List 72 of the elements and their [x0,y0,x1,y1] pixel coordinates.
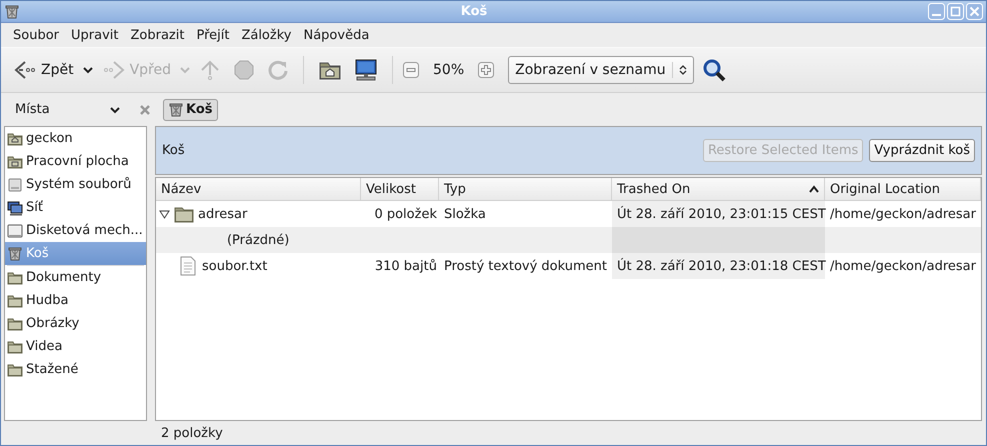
original-location: /home/geckon/adresar [830,258,976,274]
folder-icon [174,205,194,223]
close-button[interactable] [966,3,983,20]
column-header[interactable]: Velikost [360,178,439,200]
info-title: Koš [162,143,186,158]
document-icon [178,256,198,276]
close-icon[interactable] [139,104,151,116]
empty-trash-button[interactable]: Vyprázdnit koš [869,139,975,162]
file-size: 310 bajtů [374,258,437,274]
column-header[interactable]: Název [156,178,361,200]
file-size: 0 položek [374,206,437,222]
empty-note: (Prázdné) [226,232,290,248]
drive-icon [7,222,23,238]
reload-icon [267,59,290,81]
updown-arrow-icon [678,64,687,76]
maximize-button[interactable] [947,3,964,20]
computer-icon [354,59,378,81]
folder-icon [7,362,23,378]
menu-item[interactable]: Přejít [190,26,236,44]
menu-item[interactable]: Upravit [65,26,124,44]
menu-item[interactable]: Soubor [7,26,65,44]
status-text: 2 položky [161,426,223,440]
desktop-folder-icon [7,154,23,170]
folder-icon [7,338,23,354]
sidebar-item[interactable]: Videa [5,335,146,358]
expanded-arrow-icon[interactable] [158,208,170,220]
sidebar-item[interactable]: Hudba [5,289,146,312]
file-name: soubor.txt [202,258,268,274]
trash-icon [7,246,23,262]
column-header[interactable]: Trashed On [612,178,825,200]
sidebar-item[interactable]: geckon [5,127,146,150]
file-type: Prostý textový dokument [444,258,608,274]
menu-item[interactable]: Záložky [235,26,298,44]
sidebar-item[interactable]: Stažené [5,358,146,381]
menu-item[interactable]: Nápověda [297,26,376,44]
sidebar-item[interactable]: Disketová mech... [5,219,146,242]
minimize-button[interactable] [928,3,945,20]
column-header[interactable]: Original Location [824,178,981,200]
up-arrow-icon [199,59,222,81]
back-arrow-icon [13,59,37,81]
original-location: /home/geckon/adresar [830,206,976,222]
trashed-date: Út 28. září 2010, 23:01:15 CEST [616,206,826,222]
menu-item[interactable]: Zobrazit [124,26,190,44]
file-name: adresar [198,206,248,222]
sidebar-item[interactable]: Pracovní plocha [5,150,146,173]
window-title: Koš [460,4,488,19]
file-type: Složka [444,206,486,222]
forward-arrow-icon [102,59,126,81]
zoom-out-button[interactable] [403,62,420,78]
trash-icon [4,4,20,20]
location-button[interactable]: Koš [163,98,218,120]
back-button[interactable]: Zpět [9,56,78,84]
zoom-in-button[interactable] [478,62,494,78]
sidebar-title: Místa [15,102,51,117]
stop-icon [233,59,256,81]
search-icon [702,58,726,82]
sort-up-icon [808,185,819,193]
computer-icon [7,200,23,216]
sidebar-item[interactable]: Síť [5,196,146,219]
view-mode-dropdown[interactable]: Zobrazení v seznamu [508,56,694,84]
folder-icon [7,270,23,286]
sidebar-item[interactable]: Systém souborů [5,173,146,196]
sidebar-item[interactable]: Obrázky [5,312,146,335]
home-folder-icon [7,130,23,146]
trash-icon [168,102,184,118]
zoom-level: 50% [432,62,466,78]
sidebar-item[interactable]: Dokumenty [5,266,146,289]
drive-icon [7,176,23,192]
column-header[interactable]: Typ [438,178,612,200]
folder-icon [7,316,23,332]
trashed-date: Út 28. září 2010, 23:01:18 CEST [616,258,826,274]
folder-icon [7,292,23,308]
